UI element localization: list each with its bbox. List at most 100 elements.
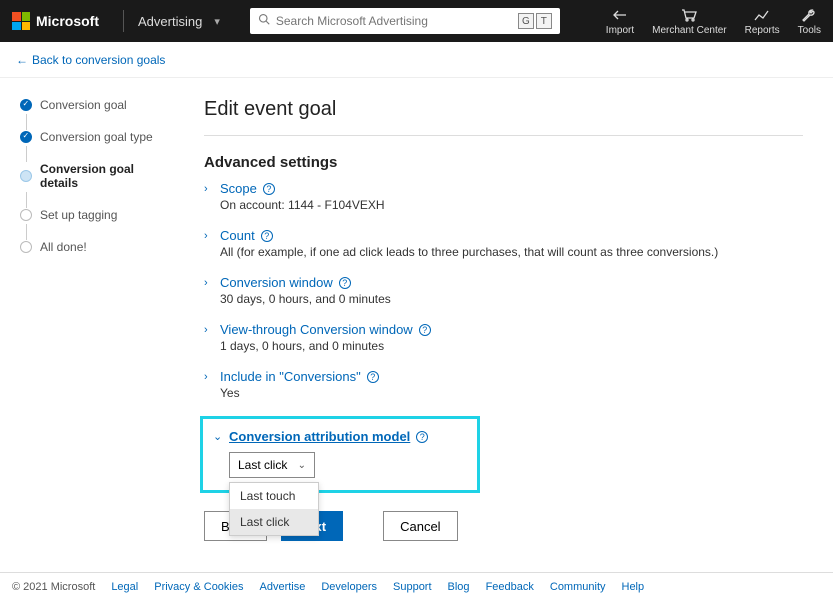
- chevron-right-icon: ›: [204, 230, 214, 242]
- step-connector: [26, 114, 27, 130]
- import-tool[interactable]: Import: [606, 7, 634, 36]
- microsoft-logo-icon: [12, 12, 30, 30]
- merchant-center-tool[interactable]: Merchant Center: [652, 7, 726, 36]
- content-area: Conversion goal Conversion goal type Con…: [0, 78, 833, 572]
- setting-label: Conversion attribution model: [229, 429, 410, 444]
- step-done[interactable]: All done!: [20, 240, 170, 254]
- footer-link-legal[interactable]: Legal: [111, 581, 138, 593]
- reports-label: Reports: [745, 25, 780, 36]
- setting-label: Count: [220, 228, 255, 243]
- setting-scope-header[interactable]: › Scope ?: [204, 181, 803, 196]
- divider: [204, 135, 803, 136]
- copyright: © 2021 Microsoft: [12, 581, 95, 593]
- footer-link-support[interactable]: Support: [393, 581, 432, 593]
- help-icon[interactable]: ?: [419, 324, 431, 336]
- step-dot-icon: [20, 209, 32, 221]
- setting-conversion-window-value: 30 days, 0 hours, and 0 minutes: [220, 292, 803, 306]
- brand-name: Microsoft: [36, 13, 99, 29]
- setting-scope-value: On account: 1144 - F104VEXH: [220, 198, 803, 212]
- step-label: Conversion goal type: [40, 130, 153, 144]
- shortcut-tag-g: G: [518, 13, 534, 29]
- setting-label: Scope: [220, 181, 257, 196]
- reports-tool[interactable]: Reports: [745, 7, 780, 36]
- help-icon[interactable]: ?: [416, 431, 428, 443]
- help-icon[interactable]: ?: [339, 277, 351, 289]
- footer-link-developers[interactable]: Developers: [321, 581, 377, 593]
- attribution-option-last-click[interactable]: Last click: [230, 509, 318, 535]
- page-title: Edit event goal: [204, 98, 803, 121]
- help-icon[interactable]: ?: [263, 183, 275, 195]
- step-dot-icon: [20, 241, 32, 253]
- step-conversion-goal[interactable]: Conversion goal: [20, 98, 170, 112]
- setting-label: Conversion window: [220, 275, 333, 290]
- attribution-select[interactable]: Last click ⌄: [229, 452, 315, 478]
- search-shortcut-tags: G T: [518, 13, 552, 29]
- search-box[interactable]: G T: [250, 8, 560, 34]
- chevron-down-icon[interactable]: ▾: [214, 15, 220, 28]
- footer: © 2021 Microsoft Legal Privacy & Cookies…: [0, 572, 833, 600]
- tools-label: Tools: [798, 25, 821, 36]
- top-header: Microsoft Advertising ▾ G T Import Merch…: [0, 0, 833, 42]
- divider: [123, 10, 124, 32]
- help-icon[interactable]: ?: [261, 230, 273, 242]
- footer-link-feedback[interactable]: Feedback: [486, 581, 534, 593]
- step-tagging[interactable]: Set up tagging: [20, 208, 170, 222]
- arrow-left-icon: ←: [16, 53, 28, 67]
- back-link-label: Back to conversion goals: [32, 53, 165, 67]
- attribution-selected-value: Last click: [238, 458, 287, 472]
- top-tools: Import Merchant Center Reports Tools: [606, 7, 821, 36]
- footer-link-help[interactable]: Help: [622, 581, 645, 593]
- footer-link-advertise[interactable]: Advertise: [260, 581, 306, 593]
- shortcut-tag-t: T: [536, 13, 552, 29]
- setting-label: Include in "Conversions": [220, 369, 361, 384]
- setting-view-through-window-header[interactable]: › View-through Conversion window ?: [204, 322, 803, 337]
- setting-conversion-window-header[interactable]: › Conversion window ?: [204, 275, 803, 290]
- back-to-goals-link[interactable]: ← Back to conversion goals: [8, 49, 173, 71]
- chevron-right-icon: ›: [204, 277, 214, 289]
- setting-conversion-window: › Conversion window ? 30 days, 0 hours, …: [204, 275, 803, 306]
- step-connector: [26, 146, 27, 162]
- setting-include-conversions-header[interactable]: › Include in "Conversions" ?: [204, 369, 803, 384]
- attribution-option-last-touch[interactable]: Last touch: [230, 483, 318, 509]
- step-dot-icon: [20, 170, 32, 182]
- main-panel: Edit event goal Advanced settings › Scop…: [180, 78, 833, 572]
- setting-count-header[interactable]: › Count ?: [204, 228, 803, 243]
- step-dot-icon: [20, 131, 32, 143]
- import-icon: [611, 7, 629, 23]
- setting-scope: › Scope ? On account: 1144 - F104VEXH: [204, 181, 803, 212]
- footer-link-privacy[interactable]: Privacy & Cookies: [154, 581, 243, 593]
- microsoft-logo[interactable]: Microsoft: [12, 12, 99, 30]
- cart-icon: [680, 7, 698, 23]
- chevron-right-icon: ›: [204, 371, 214, 383]
- product-name: Advertising: [138, 14, 202, 29]
- chevron-right-icon: ›: [204, 183, 214, 195]
- footer-link-community[interactable]: Community: [550, 581, 606, 593]
- chart-icon: [753, 7, 771, 23]
- chevron-down-icon: ⌄: [298, 460, 306, 471]
- tools-tool[interactable]: Tools: [798, 7, 821, 36]
- step-connector: [26, 224, 27, 240]
- attribution-options: Last touch Last click: [229, 482, 319, 536]
- help-icon[interactable]: ?: [367, 371, 379, 383]
- setting-label: View-through Conversion window: [220, 322, 413, 337]
- step-goal-details[interactable]: Conversion goal details: [20, 162, 170, 190]
- setting-count-value: All (for example, if one ad click leads …: [220, 245, 803, 259]
- setting-count: › Count ? All (for example, if one ad cl…: [204, 228, 803, 259]
- setting-attribution-header[interactable]: ⌄ Conversion attribution model ?: [213, 429, 463, 444]
- setting-view-through-window-value: 1 days, 0 hours, and 0 minutes: [220, 339, 803, 353]
- cancel-button[interactable]: Cancel: [383, 511, 457, 541]
- footer-link-blog[interactable]: Blog: [448, 581, 470, 593]
- step-label: Conversion goal: [40, 98, 127, 112]
- import-label: Import: [606, 25, 634, 36]
- wrench-icon: [800, 7, 818, 23]
- attribution-model-highlight: ⌄ Conversion attribution model ? Last cl…: [200, 416, 480, 493]
- chevron-right-icon: ›: [204, 324, 214, 336]
- step-label: Set up tagging: [40, 208, 117, 222]
- step-label: All done!: [40, 240, 87, 254]
- step-goal-type[interactable]: Conversion goal type: [20, 130, 170, 144]
- section-title: Advanced settings: [204, 154, 803, 171]
- attribution-dropdown: Last click ⌄ Last touch Last click: [229, 452, 315, 478]
- step-nav: Conversion goal Conversion goal type Con…: [0, 78, 180, 572]
- search-input[interactable]: [276, 14, 512, 28]
- step-label: Conversion goal details: [40, 162, 170, 190]
